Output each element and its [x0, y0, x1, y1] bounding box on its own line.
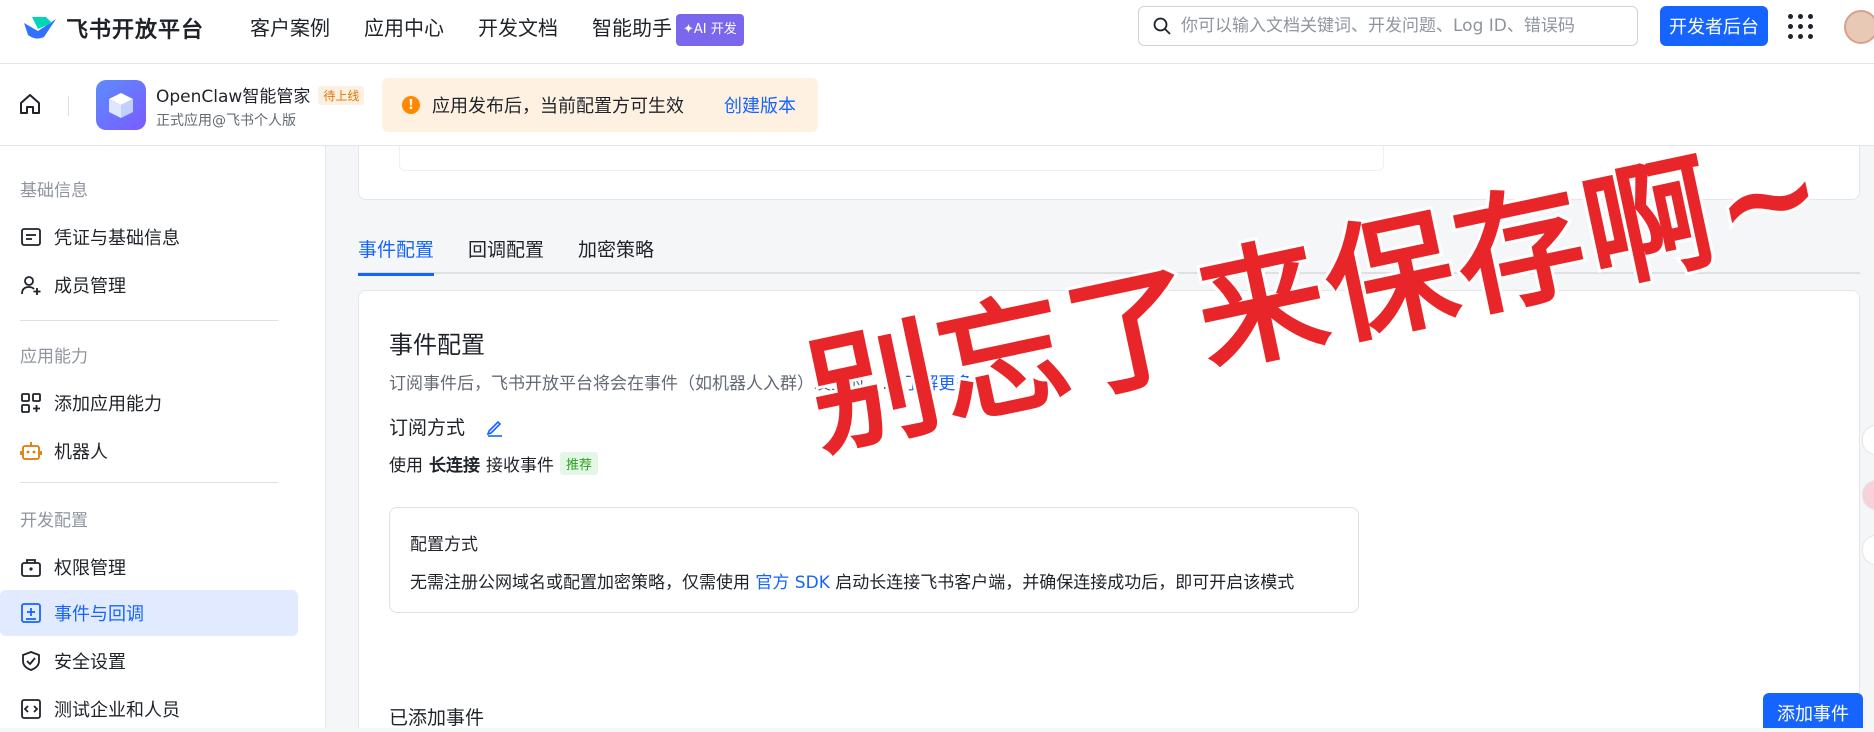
tab-encryption[interactable]: 加密策略 — [578, 232, 654, 274]
home-icon[interactable] — [18, 92, 42, 116]
sidebar-item-label: 凭证与基础信息 — [54, 228, 180, 249]
nav-smart-assistant-label: 智能助手 — [592, 16, 672, 40]
cube-icon — [109, 93, 133, 118]
section-dev-config: 开发配置 — [20, 511, 88, 531]
desc-text: 订阅事件后，飞书开放平台将会在事件（如机器人入群）发生时 — [389, 374, 865, 394]
sidebar-item-label: 事件与回调 — [54, 604, 144, 625]
app-subtitle: 正式应用@飞书个人版 — [156, 113, 296, 129]
connection-mode-line: 使用 长连接 接收事件 推荐 — [389, 451, 599, 476]
config-desc-2: 启动长连接飞书客户端，并确保连接成功后，即可开启该模式 — [835, 573, 1295, 593]
warning-icon: ! — [402, 96, 420, 114]
search-icon — [1153, 17, 1171, 35]
feishu-logo[interactable]: 飞书开放平台 — [22, 12, 204, 44]
previous-card-inner — [399, 146, 1384, 171]
sidebar-divider — [20, 320, 278, 321]
sidebar-item-members[interactable]: 成员管理 — [0, 262, 298, 308]
config-desc-1: 无需注册公网域名或配置加密策略，仅需使用 — [410, 573, 750, 593]
card-title: 事件配置 — [389, 331, 485, 359]
event-plus-icon — [21, 603, 41, 623]
sidebar-item-events-callbacks[interactable]: 事件与回调 — [0, 590, 298, 636]
logo-text: 飞书开放平台 — [66, 18, 205, 43]
use-suffix: 接收事件 — [486, 456, 554, 476]
shield-icon — [22, 651, 40, 671]
sidebar-item-add-capability[interactable]: 添加应用能力 — [0, 380, 298, 426]
sidebar-item-bot[interactable]: 机器人 — [0, 428, 298, 474]
config-method-box: 配置方式 无需注册公网域名或配置加密策略，仅需使用 官方 SDK 启动长连接飞书… — [389, 507, 1359, 613]
config-method-desc: 无需注册公网域名或配置加密策略，仅需使用 官方 SDK 启动长连接飞书客户端，并… — [410, 568, 1294, 593]
search-box[interactable] — [1138, 6, 1638, 46]
added-events-title: 已添加事件 — [389, 707, 485, 728]
publish-notice: ! 应用发布后，当前配置方可生效 创建版本 — [382, 78, 818, 132]
apps-grid-icon[interactable] — [1788, 14, 1814, 40]
sidebar-item-permissions[interactable]: 权限管理 — [0, 544, 298, 590]
sidebar-item-label: 机器人 — [54, 442, 108, 463]
app-name-text: OpenClaw智能管家 — [156, 87, 311, 107]
user-avatar[interactable] — [1844, 10, 1874, 44]
search-input[interactable] — [1181, 16, 1621, 36]
nav-app-center[interactable]: 应用中心 — [364, 14, 444, 46]
feishu-logo-icon — [24, 17, 56, 39]
sidebar-item-label: 权限管理 — [54, 558, 126, 579]
lock-briefcase-icon — [21, 559, 41, 577]
official-sdk-link[interactable]: 官方 SDK — [755, 573, 829, 593]
subscription-method: 订阅方式 — [389, 413, 505, 440]
top-nav: 客户案例 应用中心 开发文档 智能助手 ✦AI 开发 — [250, 14, 744, 46]
long-connection-label: 长连接 — [429, 456, 480, 476]
user-add-icon — [21, 276, 41, 295]
sidebar-item-test-tenants[interactable]: 测试企业和人员 — [0, 686, 298, 732]
divider — [68, 96, 69, 116]
nav-customer-cases[interactable]: 客户案例 — [250, 14, 330, 46]
recommend-tag: 推荐 — [560, 452, 599, 475]
nav-smart-assistant[interactable]: 智能助手 ✦AI 开发 — [592, 14, 744, 46]
sidebar-divider — [20, 482, 278, 483]
sub-way-label: 订阅方式 — [389, 417, 466, 439]
notice-text: 应用发布后，当前配置方可生效 — [432, 96, 684, 117]
add-event-button[interactable]: 添加事件 — [1763, 693, 1863, 728]
robot-icon — [20, 442, 42, 460]
section-app-capabilities: 应用能力 — [20, 347, 88, 367]
create-version-link[interactable]: 创建版本 — [724, 92, 796, 118]
apps-add-icon — [21, 393, 41, 413]
top-navbar: 飞书开放平台 客户案例 应用中心 开发文档 智能助手✦AI 开发 开发者后台 — [0, 0, 1874, 64]
ai-dev-badge: ✦AI 开发 — [676, 14, 744, 46]
edit-icon[interactable] — [485, 417, 505, 437]
sidebar-item-credentials[interactable]: 凭证与基础信息 — [0, 214, 298, 260]
sidebar-item-label: 安全设置 — [54, 652, 126, 673]
sidebar-item-label: 添加应用能力 — [54, 394, 162, 415]
tab-event-config[interactable]: 事件配置 — [358, 232, 435, 276]
config-method-title: 配置方式 — [410, 535, 478, 555]
sidebar-item-label: 成员管理 — [54, 276, 126, 297]
sidebar-item-label: 测试企业和人员 — [54, 700, 180, 721]
tab-callback-config[interactable]: 回调配置 — [468, 232, 544, 274]
use-prefix: 使用 — [389, 456, 423, 476]
dev-console-button[interactable]: 开发者后台 — [1660, 6, 1768, 46]
app-status-badge: 待上线 — [318, 86, 365, 105]
app-name: OpenClaw智能管家 待上线 — [156, 82, 365, 107]
section-basic-info: 基础信息 — [20, 181, 88, 201]
id-card-icon — [21, 228, 41, 246]
sidebar-item-security[interactable]: 安全设置 — [0, 638, 298, 684]
code-box-icon — [21, 699, 41, 719]
sidebar: 基础信息 凭证与基础信息 成员管理 应用能力 添加应用能力 机器人 开发配置 权… — [0, 146, 326, 728]
app-icon — [96, 80, 146, 130]
nav-dev-docs[interactable]: 开发文档 — [478, 14, 558, 46]
